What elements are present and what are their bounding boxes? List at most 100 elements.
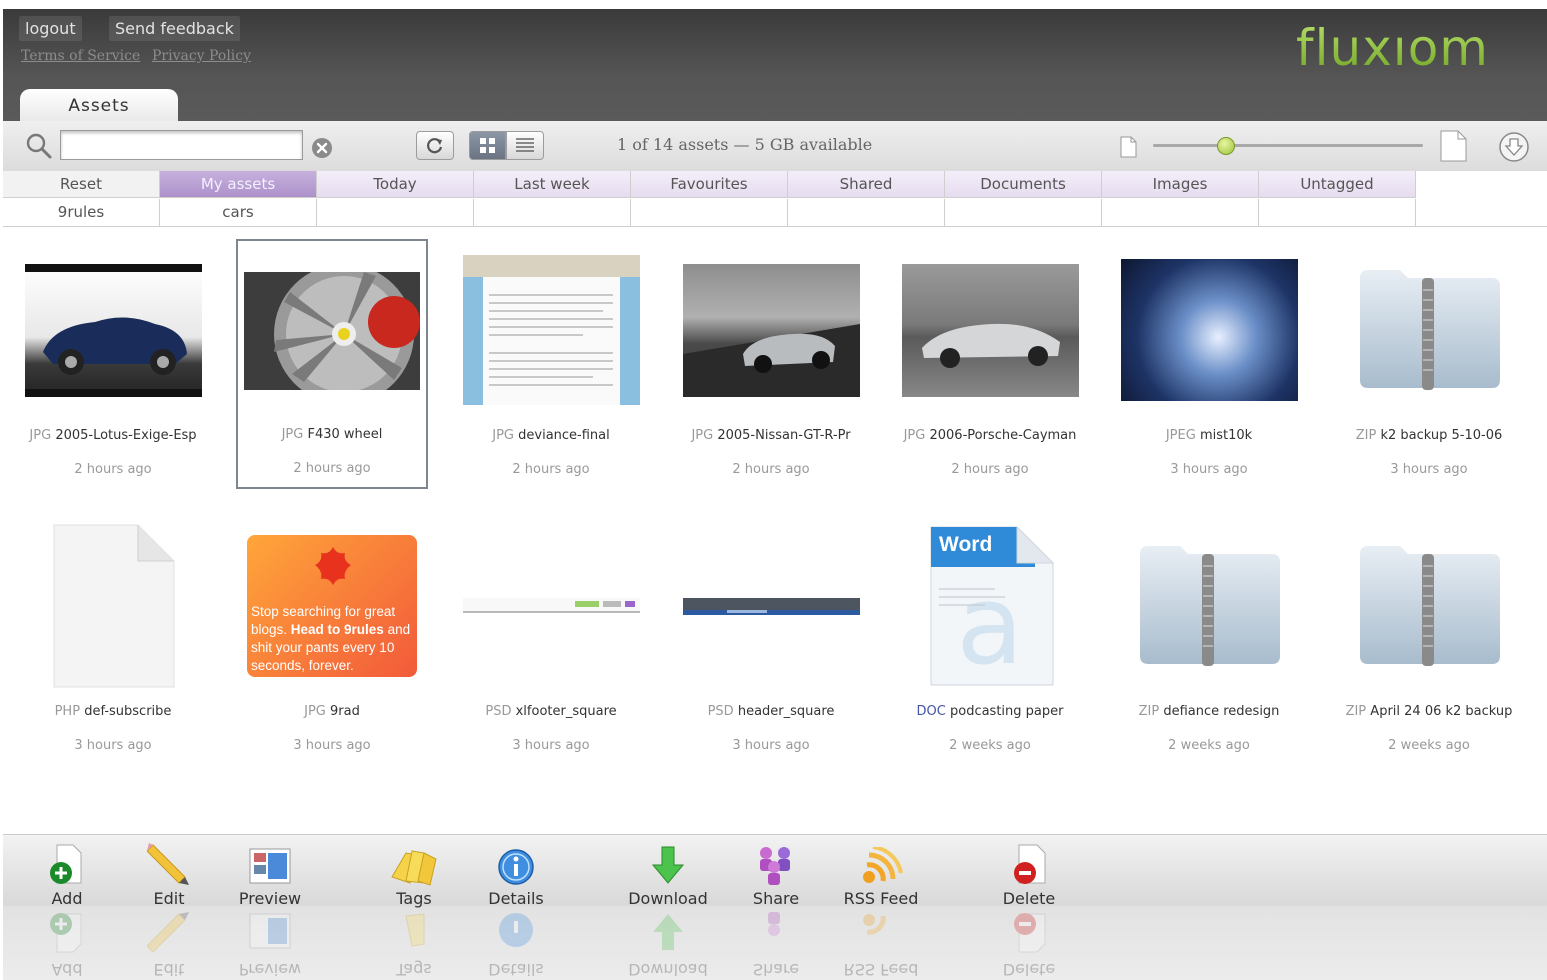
asset-name: deviance-final <box>518 428 610 443</box>
asset-time: 3 hours ago <box>512 738 590 753</box>
asset-name: F430 wheel <box>307 427 383 442</box>
asset-item[interactable]: JPG deviance-final 2 hours ago <box>455 240 647 490</box>
send-feedback-button[interactable]: Send feedback <box>109 16 240 41</box>
filter-documents[interactable]: Documents <box>945 171 1102 198</box>
asset-time: 2 hours ago <box>951 462 1029 477</box>
reflection: RSS Feed <box>826 910 936 979</box>
grid-icon <box>480 138 495 153</box>
fluxiom-logo: fluxıom <box>1296 19 1489 77</box>
filter-images[interactable]: Images <box>1102 171 1259 198</box>
asset-item[interactable]: JPG 2005-Lotus-Exige-Esp 2 hours ago <box>17 240 209 490</box>
pencil-icon <box>114 839 224 887</box>
asset-item[interactable]: JPEG mist10k 3 hours ago <box>1113 240 1305 490</box>
logout-button[interactable]: logout <box>19 16 82 41</box>
asset-item[interactable]: ZIP k2 backup 5-10-06 3 hours ago <box>1333 240 1525 490</box>
photo-thumbnail <box>675 240 867 420</box>
photo-thumbnail <box>238 241 426 421</box>
download-circle-icon[interactable] <box>1498 131 1530 167</box>
zip-folder-icon <box>1333 516 1525 696</box>
filter-my-assets[interactable]: My assets <box>160 171 317 198</box>
add-button[interactable]: Add Add <box>12 839 122 979</box>
rss-feed-button[interactable]: RSS Feed RSS Feed <box>826 839 936 979</box>
asset-time: 3 hours ago <box>293 738 371 753</box>
action-label: Edit <box>153 889 185 908</box>
filter-untagged[interactable]: Untagged <box>1259 171 1416 198</box>
file-type: JPG <box>29 428 52 443</box>
asset-name: 2005-Nissan-GT-R-Pr <box>717 428 851 443</box>
asset-name: header_square <box>737 704 835 719</box>
leaf-icon <box>315 547 351 585</box>
file-type: JPG <box>304 704 326 719</box>
add-icon <box>12 839 122 887</box>
delete-button[interactable]: Delete Delete <box>974 839 1084 979</box>
asset-time: 2 hours ago <box>293 461 371 476</box>
filter-today[interactable]: Today <box>317 171 474 198</box>
share-button[interactable]: Share Share <box>721 839 831 979</box>
asset-item[interactable]: Stop searching for great blogs. Head to … <box>236 516 428 766</box>
action-label: Delete <box>1002 889 1056 908</box>
filter-reset[interactable]: Reset <box>3 171 160 198</box>
asset-item[interactable]: PSD xlfooter_square 3 hours ago <box>455 516 647 766</box>
file-type: PSD <box>485 704 512 719</box>
asset-time: 2 hours ago <box>74 462 152 477</box>
asset-time: 3 hours ago <box>732 738 810 753</box>
asset-name: podcasting paper <box>949 704 1064 719</box>
download-arrow-icon <box>613 839 723 887</box>
asset-item[interactable]: a Word DOC podcasting paper 2 weeks ago <box>894 516 1086 766</box>
tag-cars[interactable]: cars <box>160 199 317 226</box>
reflection: Tags <box>359 910 469 979</box>
asset-time: 3 hours ago <box>74 738 152 753</box>
zoom-slider-handle[interactable] <box>1216 137 1235 155</box>
header-thumbnail <box>675 516 867 696</box>
asset-item[interactable]: PHP def-subscribe 3 hours ago <box>17 516 209 766</box>
list-view-button[interactable] <box>506 131 544 160</box>
asset-item[interactable]: JPG 2005-Nissan-GT-R-Pr 2 hours ago <box>675 240 867 490</box>
download-button[interactable]: Download Download <box>613 839 723 979</box>
privacy-link[interactable]: Privacy Policy <box>152 48 251 64</box>
tag-empty <box>1102 199 1259 226</box>
tag-9rules[interactable]: 9rules <box>3 199 160 226</box>
file-type: JPG <box>492 428 514 443</box>
asset-item[interactable]: PSD header_square 3 hours ago <box>675 516 867 766</box>
zoom-slider[interactable] <box>1153 144 1423 147</box>
file-type: ZIP <box>1355 428 1377 443</box>
asset-item[interactable]: ZIP defiance redesign 2 weeks ago <box>1113 516 1305 766</box>
large-thumbnail-icon[interactable] <box>1439 130 1467 166</box>
asset-time: 2 weeks ago <box>1168 738 1250 753</box>
svg-text:a: a <box>956 561 1023 689</box>
asset-name: mist10k <box>1199 428 1253 443</box>
asset-name: 2005-Lotus-Exige-Esp <box>55 428 197 443</box>
tab-assets[interactable]: Assets <box>20 89 178 121</box>
tags-button[interactable]: Tags Tags <box>359 839 469 979</box>
ad-thumbnail: Stop searching for great blogs. Head to … <box>236 516 428 696</box>
tag-empty <box>788 199 945 226</box>
action-bar: Add Add Edit Edit Preview Preview Tags T… <box>3 834 1547 980</box>
small-thumbnail-icon[interactable] <box>1119 136 1137 162</box>
info-icon <box>461 839 571 887</box>
edit-button[interactable]: Edit Edit <box>114 839 224 979</box>
filter-last-week[interactable]: Last week <box>474 171 631 198</box>
details-button[interactable]: Details Details <box>461 839 571 979</box>
filter-shared[interactable]: Shared <box>788 171 945 198</box>
word-document-icon: a Word <box>894 516 1086 696</box>
grid-view-button[interactable] <box>469 131 506 160</box>
asset-time: 2 hours ago <box>732 462 810 477</box>
preview-button[interactable]: Preview Preview <box>215 839 325 979</box>
asset-name: 9rad <box>330 704 360 719</box>
photo-thumbnail <box>894 240 1086 420</box>
clear-search-icon[interactable] <box>311 137 333 163</box>
terms-link[interactable]: Terms of Service <box>21 48 140 64</box>
refresh-button[interactable] <box>416 131 454 160</box>
search-input[interactable] <box>60 130 303 160</box>
tag-empty <box>945 199 1102 226</box>
asset-item[interactable]: ZIP April 24 06 k2 backup 2 weeks ago <box>1333 516 1525 766</box>
asset-item[interactable]: JPG 2006-Porsche-Cayman 2 hours ago <box>894 240 1086 490</box>
reflection: Share <box>721 910 831 979</box>
asset-item-selected[interactable]: JPG F430 wheel 2 hours ago <box>236 239 428 489</box>
action-label: Preview <box>238 889 302 908</box>
filter-favourites[interactable]: Favourites <box>631 171 788 198</box>
tag-empty <box>631 199 788 226</box>
reflection: Add <box>12 910 122 979</box>
file-type: JPG <box>903 428 926 443</box>
reflection: Details <box>461 910 571 979</box>
